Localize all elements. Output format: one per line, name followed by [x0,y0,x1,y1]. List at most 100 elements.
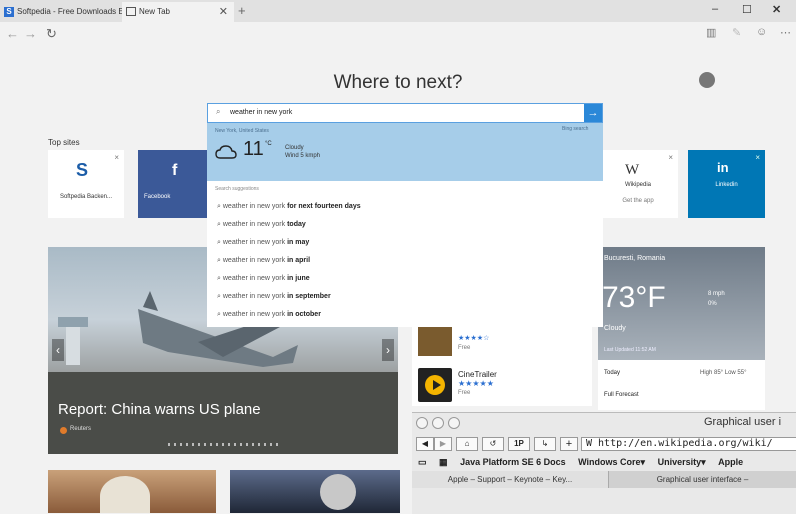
address-bar[interactable]: W http://en.wikipedia.org/wiki/ [581,437,796,451]
close-icon[interactable]: ✕ [219,2,228,22]
close-window-button[interactable]: ✕ [772,3,781,16]
suggestion-completion: in june [287,275,310,282]
suggestion-item[interactable]: ⌕ weather in new york in may [217,239,309,247]
suggestion-item[interactable]: ⌕ weather in new york today [217,221,306,229]
new-tab-button[interactable]: + [238,3,246,18]
notes-icon[interactable]: ✎ [732,26,741,39]
search-go-button[interactable]: → [584,104,602,122]
overlay-browser-window: Graphical user i ◀ ▶ ⌂ ↺ 1P ↳ + W http:/… [412,412,796,514]
back-arrow-icon[interactable]: ← [6,26,19,41]
carousel-next-button[interactable]: › [382,339,394,361]
search-icon: ⌕ [216,107,221,116]
person-figure [320,474,356,510]
book-icon[interactable]: ▭ [418,457,427,467]
app-thumbnail[interactable] [418,322,452,356]
suggestion-item[interactable]: ⌕ weather in new york in september [217,293,331,301]
forward-arrow-icon[interactable]: → [24,26,37,41]
suggestion-completion: in april [287,257,311,264]
cloud-icon [215,145,237,159]
close-icon[interactable]: × [755,153,760,162]
suggestions-label: Search suggestions [215,186,259,192]
top-site-label: Wikipedia [624,182,651,188]
weather-suggestion[interactable]: New York, United States Bing search 11 °… [207,123,603,181]
softpedia-icon: S [4,6,14,17]
suggestion-completion: in october [287,311,321,318]
full-forecast-link[interactable]: Full Forecast [604,392,639,398]
refresh-icon[interactable]: ↻ [46,26,57,42]
news-image[interactable] [48,470,216,513]
tab-label: New Tab [139,7,170,16]
suggestion-completion: today [287,221,306,228]
weather-location: New York, United States [215,128,269,134]
bookmark-item[interactable]: Windows Core▾ [578,457,645,467]
news-image[interactable] [230,470,400,513]
tab-label: Softpedia - Free Downloads En [17,7,122,16]
bookmark-item[interactable]: Java Platform SE 6 Docs [460,457,566,467]
window-title: Graphical user i [704,416,782,428]
more-icon[interactable]: ⋯ [780,26,791,39]
avatar[interactable] [699,72,715,88]
grid-icon[interactable]: ▦ [439,457,448,467]
weather-unit: °C [265,141,272,147]
page-title: Where to next? [333,72,463,93]
suggestions-list: Search suggestions ⌕ weather in new york… [207,181,603,327]
person-figure [100,476,150,513]
search-box[interactable]: ⌕ weather in new york → [207,103,603,123]
close-icon[interactable]: × [668,153,673,162]
cinetrailer-icon[interactable] [418,368,452,402]
app-title[interactable]: CineTrailer [458,370,497,379]
top-site-softpedia[interactable]: S × Softpedia Backen... [48,150,124,218]
forward-button[interactable]: ▶ [434,437,452,451]
home-button[interactable]: ⌂ [456,437,478,451]
suggestion-prefix: weather in new york [222,221,286,228]
top-site-facebook[interactable]: f Facebook [138,150,207,218]
minimize-button[interactable] [432,417,444,429]
search-input[interactable]: weather in new york [230,109,292,116]
suggestion-prefix: weather in new york [222,203,286,210]
tab-gui-article[interactable]: Graphical user interface – [609,471,796,488]
suggestion-item[interactable]: ⌕ weather in new york in june [217,275,310,283]
weather-card[interactable]: Bucuresti, Romania 73°F 8 mph 0% Cloudy … [598,247,765,360]
minimize-button[interactable]: – [712,3,718,15]
suggestion-item[interactable]: ⌕ weather in new york in october [217,311,321,319]
bookmarks-bar: ▭ ▦ Java Platform SE 6 Docs Windows Core… [412,454,796,470]
close-window-button[interactable] [416,417,428,429]
onepassword-button[interactable]: 1P [508,437,530,451]
weather-condition: Cloudy [604,325,626,332]
suggestion-item[interactable]: ⌕ weather in new york for next fourteen … [217,203,361,211]
zoom-button[interactable] [448,417,460,429]
suggestion-prefix: weather in new york [222,275,286,282]
feedback-icon[interactable]: ☺ [756,26,767,38]
tab-apple-support[interactable]: Apple – Support – Keynote – Key... [412,471,609,488]
top-site-wikipedia[interactable]: W × Wikipedia Get the app [598,150,678,218]
reload-button[interactable]: ↺ [482,437,504,451]
bing-search-link[interactable]: Bing search [562,126,588,132]
today-range: High 85° Low 55° [700,370,747,376]
share-button[interactable]: ↳ [534,437,556,451]
reading-view-icon[interactable]: ▥ [706,26,716,39]
weather-temp: 73°F [602,281,666,314]
maximize-button[interactable]: ☐ [742,3,752,16]
carousel-prev-button[interactable]: ‹ [52,339,64,361]
suggestion-completion: in september [287,293,331,300]
add-bookmark-button[interactable]: + [560,437,578,451]
news-headline[interactable]: Report: China warns US plane [58,401,261,418]
carousel-dots[interactable] [168,443,278,446]
tab-softpedia[interactable]: S Softpedia - Free Downloads En [0,2,122,22]
suggestion-item[interactable]: ⌕ weather in new york in april [217,257,310,265]
softpedia-logo-icon: S [76,160,89,180]
suggestion-completion: for next fourteen days [287,203,361,210]
weather-temp: 11 [243,138,264,160]
bookmark-item[interactable]: University▾ [658,457,706,467]
app-rating: ★★★★☆ [458,335,490,342]
top-site-linkedin[interactable]: in × Linkedin [688,150,765,218]
tab-new-tab[interactable]: New Tab ✕ [122,2,234,22]
reuters-icon [60,427,67,434]
linkedin-icon: in [717,160,729,175]
suggestion-prefix: weather in new york [222,311,286,318]
top-site-label: Softpedia Backen... [59,194,113,200]
suggestion-prefix: weather in new york [222,239,286,246]
bookmark-item[interactable]: Apple [718,457,743,467]
back-button[interactable]: ◀ [416,437,434,451]
close-icon[interactable]: × [114,153,119,162]
